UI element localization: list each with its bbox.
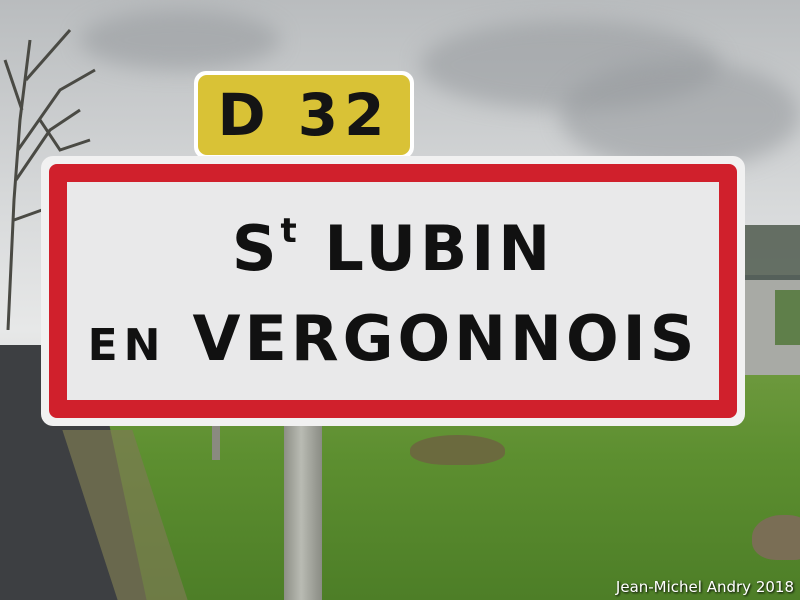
shelter-panel (775, 290, 800, 345)
cloud (80, 10, 280, 70)
village-sign-border: St LUBIN EN VERGONNOIS (49, 164, 737, 418)
photo-credit: Jean-Michel Andry 2018 (615, 578, 794, 596)
cloud (560, 60, 800, 170)
shrub (410, 435, 505, 465)
rock (752, 515, 800, 560)
village-name-locality: VERGONNOIS (192, 302, 699, 375)
small-post (212, 425, 220, 460)
village-name-line2: EN VERGONNOIS (88, 308, 699, 370)
village-name-connector: EN (87, 320, 167, 371)
village-name-line1: St LUBIN (232, 214, 554, 280)
sign-post (284, 420, 322, 600)
route-number-panel: D 32 (198, 75, 410, 155)
route-number-sign: D 32 (194, 71, 414, 159)
saint-abbrev: S (231, 212, 281, 285)
village-name-main: LUBIN (298, 212, 555, 285)
route-number-text: D 32 (217, 81, 391, 149)
village-name-sign: St LUBIN EN VERGONNOIS (41, 156, 745, 426)
photo-scene: D 32 St LUBIN EN VERGONNOIS Jean-Michel A… (0, 0, 800, 600)
saint-superscript: t (280, 211, 299, 251)
